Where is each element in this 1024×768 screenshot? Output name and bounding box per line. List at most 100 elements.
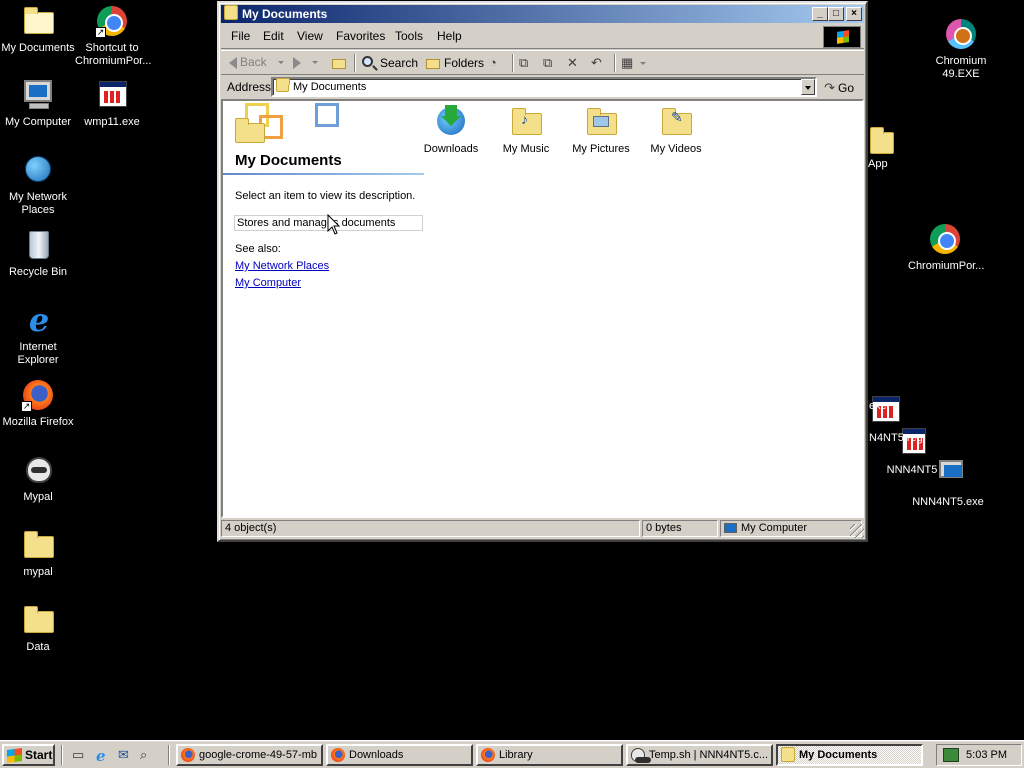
title-bar[interactable]: My Documents _ □ × (221, 5, 864, 23)
desktop-icon-my-documents[interactable]: My Documents (0, 4, 76, 55)
my-computer-icon (724, 523, 737, 533)
my-pictures-folder-icon (584, 105, 618, 139)
up-folder-button[interactable] (331, 55, 347, 71)
desktop-icon-wmp11[interactable]: wmp11.exe (74, 78, 150, 129)
forward-arrow-icon (293, 57, 301, 69)
search-icon (361, 55, 377, 71)
desktop-icon-mypal-folder[interactable]: mypal (0, 528, 76, 579)
task-button-downloads[interactable]: Downloads (326, 744, 473, 766)
menu-tools[interactable]: Tools (395, 29, 423, 43)
address-bar: Address My Documents ↷ Go (221, 76, 864, 99)
desktop-icon-nnn4nt5-exe[interactable]: NNN4NT5.exe (910, 458, 986, 509)
chevron-down-icon (277, 60, 284, 64)
back-button[interactable]: Back (229, 55, 284, 69)
task-button-my-documents[interactable]: My Documents (776, 744, 923, 766)
delete-button[interactable]: ✕ (567, 55, 583, 71)
firefox-icon (331, 748, 345, 762)
undo-button[interactable]: ↶ (591, 55, 607, 71)
chevron-down-icon (312, 60, 318, 64)
undo-icon: ↶ (591, 55, 602, 70)
folder-banner-art (223, 101, 343, 151)
folder-icon (21, 603, 55, 637)
task-button-label: Temp.sh | NNN4NT5.c... (649, 749, 768, 761)
internet-explorer-icon: e (28, 301, 50, 339)
address-dropdown-button[interactable] (801, 79, 815, 95)
desktop-icon-my-computer[interactable]: My Computer (0, 78, 76, 129)
desktop-icon-firefox[interactable]: ↗ Mozilla Firefox (0, 378, 76, 429)
menu-file[interactable]: File (231, 29, 250, 43)
clock[interactable]: 5:03 PM (966, 745, 1007, 765)
menu-edit[interactable]: Edit (263, 29, 284, 43)
menu-favorites[interactable]: Favorites (336, 29, 385, 43)
desktop-icon-internet-explorer[interactable]: e Internet Explorer (0, 303, 76, 367)
desktop-icon-label: NNN4NT5.exe (912, 496, 984, 508)
firefox-icon (181, 748, 195, 762)
desktop-icon-chromium-shortcut[interactable]: ↗ Shortcut to ChromiumPor... (74, 4, 152, 68)
tray-network-icon[interactable] (943, 748, 959, 762)
my-documents-icon (21, 4, 55, 38)
windows-logo-icon (823, 26, 861, 48)
standard-toolbar: Back Search Folders ◔ ⧉ ⧉ ✕ ↶ ▦ (221, 50, 864, 75)
folders-label: Folders (444, 56, 485, 70)
copy-to-icon: ⧉ (543, 55, 553, 70)
menu-help[interactable]: Help (437, 29, 462, 43)
desktop-icon-label: Shortcut to ChromiumPor... (75, 42, 152, 67)
outlook-express-icon[interactable]: ✉ (118, 747, 134, 763)
search-label: Search (380, 56, 419, 70)
system-tray: 5:03 PM (936, 744, 1022, 766)
status-object-count: 4 object(s) (221, 520, 640, 537)
desktop-icon-label: N4NT5.reg (869, 432, 923, 444)
desktop-icon-network-places[interactable]: My Network Places (0, 153, 76, 217)
folder-icon (781, 747, 795, 762)
menu-view[interactable]: View (297, 29, 323, 43)
explorer-window[interactable]: My Documents _ □ × File Edit View Favori… (217, 1, 868, 542)
views-button[interactable]: ▦ (621, 55, 646, 71)
folders-button[interactable]: Folders (425, 55, 484, 71)
folder-content: My Documents Select an item to view its … (221, 99, 864, 518)
link-my-computer[interactable]: My Computer (235, 277, 301, 289)
close-button[interactable]: × (846, 7, 862, 21)
network-places-icon (21, 153, 55, 187)
desktop-icon-recycle-bin[interactable]: Recycle Bin (0, 228, 76, 279)
task-button-google-crome[interactable]: google-crome-49-57-mb ... (176, 744, 323, 766)
desktop-icon-app-folder[interactable]: App (866, 124, 896, 171)
folder-item-label: My Music (502, 143, 550, 155)
folder-icon (224, 5, 239, 20)
menu-bar: File Edit View Favorites Tools Help (221, 25, 864, 49)
maximize-button[interactable]: □ (828, 7, 844, 21)
forward-button[interactable] (293, 55, 318, 69)
start-button[interactable]: Start (2, 744, 55, 766)
desktop-icon-mypal[interactable]: Mypal (0, 453, 76, 504)
minimize-button[interactable]: _ (812, 7, 828, 21)
desktop-icon-chromium-exe[interactable]: Chromium 49.EXE (923, 17, 999, 81)
task-button-label: Library (499, 749, 533, 761)
folder-item-my-music[interactable]: ♪ My Music (489, 105, 563, 155)
recycle-bin-icon (21, 228, 55, 262)
folder-item-my-videos[interactable]: ✎ My Videos (639, 105, 713, 155)
address-value: My Documents (293, 81, 367, 93)
folder-item-my-pictures[interactable]: My Pictures (564, 105, 638, 155)
desktop-icon-data-folder[interactable]: Data (0, 603, 76, 654)
desktop-icon-label: mypal (23, 566, 53, 578)
resize-grip[interactable] (850, 524, 864, 538)
desktop-icon-label: App (868, 158, 888, 170)
go-button[interactable]: ↷ Go (824, 80, 854, 96)
link-my-network-places[interactable]: My Network Places (235, 260, 329, 272)
internet-explorer-icon[interactable]: e (96, 747, 112, 765)
explorer-quicklaunch-icon[interactable]: ⌕ (140, 747, 156, 763)
desktop-icon-chromium-portable[interactable]: ChromiumPor... (907, 222, 984, 273)
move-to-button[interactable]: ⧉ (519, 55, 535, 71)
folder-icon (21, 528, 55, 562)
show-desktop-icon[interactable]: ▭ (72, 747, 88, 763)
page-title: My Documents (235, 152, 342, 169)
task-button-temp-sh[interactable]: Temp.sh | NNN4NT5.c... (626, 744, 773, 766)
mypal-icon (21, 453, 55, 487)
copy-to-button[interactable]: ⧉ (543, 55, 559, 71)
see-also-label: See also: (235, 243, 281, 255)
window-title: My Documents (242, 7, 328, 21)
search-button[interactable]: Search (361, 55, 418, 71)
task-button-library[interactable]: Library (476, 744, 623, 766)
history-button[interactable]: ◔ (489, 55, 505, 71)
address-input[interactable]: My Documents (271, 77, 817, 97)
folder-item-downloads[interactable]: Downloads (414, 105, 488, 155)
